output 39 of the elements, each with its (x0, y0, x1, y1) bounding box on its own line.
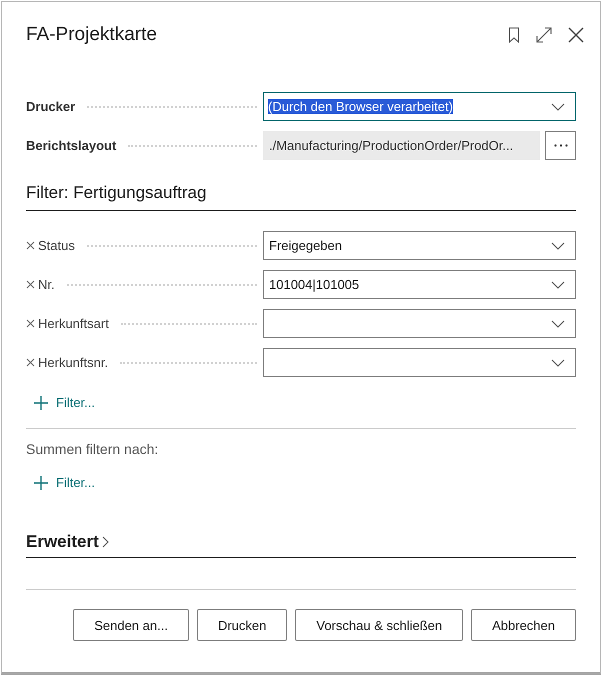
section-title: Filter: Fertigungsauftrag (26, 183, 206, 203)
ellipsis-icon (554, 144, 568, 147)
filter-label: Nr. (38, 277, 55, 292)
layout-field: ./Manufacturing/ProductionOrder/ProdOr... (263, 131, 540, 160)
expand-icon[interactable] (536, 27, 552, 43)
dialog-title: FA-Projektkarte (26, 24, 158, 46)
filter-label: Status (38, 238, 75, 253)
chevron-down-icon (551, 358, 565, 366)
more-button[interactable] (545, 131, 576, 160)
field-label: Berichtslayout (26, 138, 116, 153)
filter-label: Herkunftsnr. (38, 355, 108, 370)
chevron-down-icon (551, 102, 565, 110)
filter-dropdown[interactable]: 101004|101005 (263, 270, 576, 299)
close-icon[interactable] (568, 27, 584, 43)
filter-label: Herkunftsart (38, 316, 109, 331)
chevron-down-icon (551, 280, 565, 288)
dialog-button[interactable]: Abbrechen (471, 609, 576, 641)
add-filter-link[interactable]: Filter... (34, 391, 96, 414)
dialog-button[interactable]: Senden an... (73, 609, 189, 641)
remove-icon[interactable] (26, 280, 35, 289)
chevron-down-icon (551, 242, 565, 250)
add-filter-link[interactable]: Filter... (34, 471, 96, 494)
plus-icon (34, 476, 48, 490)
dialog-button[interactable]: Vorschau & schließen (295, 609, 464, 641)
chevron-right-icon (102, 536, 109, 548)
chevron-down-icon (551, 320, 565, 328)
dialog-button[interactable]: Drucken (196, 609, 288, 641)
remove-icon[interactable] (26, 358, 35, 367)
bookmark-icon[interactable] (508, 27, 520, 43)
collapsible-section-header[interactable]: Erweitert (26, 532, 576, 558)
filter-dropdown[interactable] (263, 348, 576, 377)
filter-dropdown[interactable]: Freigegeben (263, 231, 576, 260)
plus-icon (34, 396, 48, 410)
remove-icon[interactable] (26, 319, 35, 328)
printer-dropdown[interactable]: (Durch den Browser verarbeitet) (263, 92, 576, 121)
field-label: Drucker (26, 99, 76, 114)
filter-dropdown[interactable] (263, 309, 576, 338)
section-label: Summen filtern nach: (26, 441, 160, 457)
remove-icon[interactable] (26, 241, 35, 250)
